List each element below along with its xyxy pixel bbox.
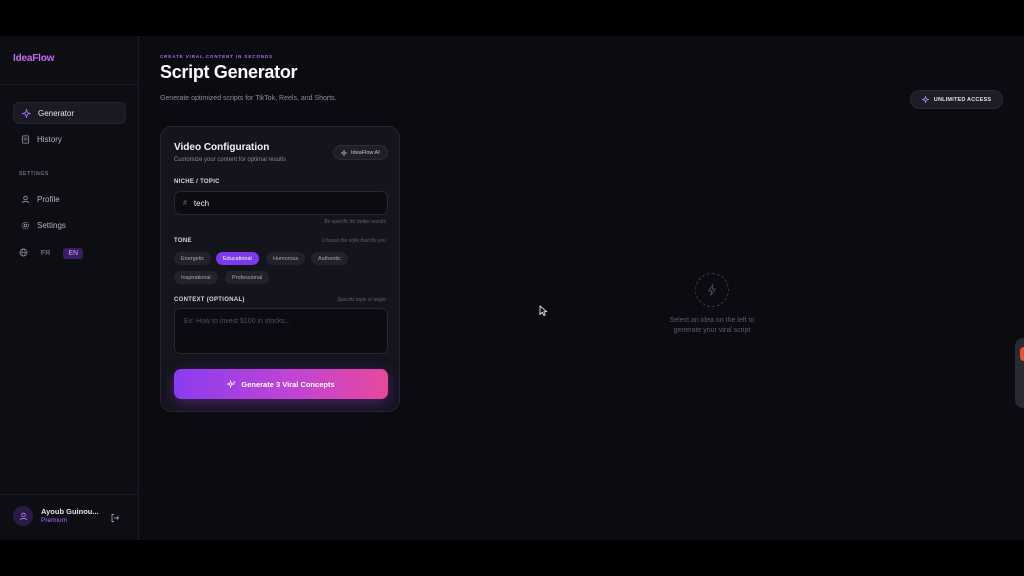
globe-icon <box>19 248 28 259</box>
history-icon <box>20 134 30 144</box>
tone-chip-professional[interactable]: Professional <box>225 271 270 284</box>
divider <box>0 84 139 85</box>
user-name: Ayoub Guinou... <box>41 507 99 517</box>
unlimited-access-label: UNLIMITED ACCESS <box>933 96 992 103</box>
sparkle-icon <box>21 108 31 118</box>
page-subtitle: Generate optimized scripts for TikTok, R… <box>160 95 337 102</box>
tone-chip-inspirational[interactable]: Inspirational <box>174 271 218 284</box>
app-window: IdeaFlow Generator History SETTINGS Prof… <box>0 36 1024 540</box>
sidebar-item-generator[interactable]: Generator <box>13 102 126 124</box>
user-plan: Premium <box>41 516 68 524</box>
sidebar-item-label: History <box>37 134 62 144</box>
sparkle-icon <box>921 96 929 103</box>
user-icon <box>20 194 30 204</box>
sidebar-item-label: Generator <box>38 108 75 118</box>
user-profile[interactable]: Ayoub Guinou... Premium <box>13 506 99 526</box>
page-title: Script Generator <box>160 62 298 82</box>
sidebar-item-profile[interactable]: Profile <box>13 188 126 210</box>
user-icon <box>19 512 27 520</box>
card-title: Video Configuration <box>174 142 270 153</box>
card-subtitle: Customize your content for optimal resul… <box>174 157 287 163</box>
ai-badge: IdeaFlow AI <box>333 145 388 160</box>
tone-label: TONE <box>174 238 192 244</box>
sidebar-item-label: Profile <box>37 194 60 204</box>
divider <box>0 494 139 495</box>
mouse-cursor-icon <box>539 305 548 316</box>
tone-hint: Choose the style that fits you <box>321 238 386 244</box>
sidebar-item-settings[interactable]: Settings <box>13 214 126 236</box>
context-label: CONTEXT (OPTIONAL) <box>174 297 245 303</box>
sidebar-item-label: Settings <box>37 220 66 230</box>
app-logo[interactable]: IdeaFlow <box>13 53 54 64</box>
language-switcher: FR EN <box>19 248 84 259</box>
sidebar: IdeaFlow Generator History SETTINGS Prof… <box>0 36 139 540</box>
language-fr-button[interactable]: FR <box>36 248 55 259</box>
floating-widget-indicator <box>1020 347 1024 361</box>
empty-state-line: Select an idea on the left to <box>669 317 755 324</box>
tone-chip-humorous[interactable]: Humorous <box>266 252 306 265</box>
sidebar-item-history[interactable]: History <box>13 128 126 150</box>
niche-label: NICHE / TOPIC <box>174 179 220 185</box>
empty-state-line: generate your viral script <box>673 327 751 335</box>
language-en-button[interactable]: EN <box>63 248 84 259</box>
niche-value: tech <box>193 198 210 208</box>
niche-input[interactable]: # tech <box>174 191 388 215</box>
generate-button-label: Generate 3 Viral Concepts <box>241 379 335 389</box>
sparkle-icon <box>341 149 347 156</box>
sparkle-icon <box>227 379 236 389</box>
gear-icon <box>20 220 30 230</box>
video-configuration-card: Video Configuration Customize your conte… <box>160 126 400 412</box>
context-textarea[interactable]: Ex: How to invest $100 in stocks... <box>174 308 388 354</box>
settings-section-label: SETTINGS <box>19 171 49 177</box>
logout-icon[interactable] <box>110 510 120 522</box>
tone-chip-authentic[interactable]: Authentic <box>311 252 348 265</box>
hash-icon: # <box>183 199 187 207</box>
tone-chip-educational[interactable]: Educational <box>216 252 259 265</box>
generate-button[interactable]: Generate 3 Viral Concepts <box>174 369 388 399</box>
page-eyebrow: CREATE VIRAL CONTENT IN SECONDS <box>160 54 273 59</box>
lightning-icon <box>695 273 729 307</box>
avatar <box>13 506 33 526</box>
niche-hint: Be specific for better results <box>324 219 386 225</box>
ai-badge-label: IdeaFlow AI <box>351 149 380 156</box>
user-info: Ayoub Guinou... Premium <box>41 507 99 525</box>
unlimited-access-button[interactable]: UNLIMITED ACCESS <box>910 90 1003 109</box>
tone-chip-energetic[interactable]: Energetic <box>174 252 212 265</box>
empty-state-message: Select an idea on the left to generate y… <box>630 316 794 336</box>
context-hint: Specific topic or angle <box>337 297 386 303</box>
